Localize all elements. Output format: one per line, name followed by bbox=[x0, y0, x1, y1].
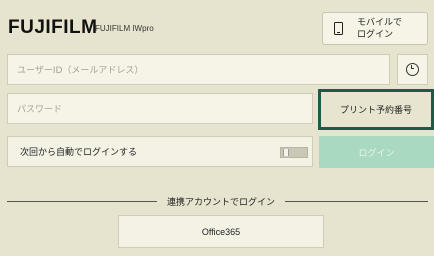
auto-login-label: 次回から自動でログインする bbox=[20, 148, 138, 158]
divider-line-right bbox=[285, 201, 428, 202]
office365-login-button[interactable]: Office365 bbox=[118, 215, 324, 248]
login-button[interactable]: ログイン bbox=[319, 136, 434, 168]
divider-line-left bbox=[7, 201, 157, 202]
phone-icon bbox=[334, 22, 343, 35]
toggle-knob bbox=[283, 149, 289, 156]
brand-logo: FUJIFILM bbox=[8, 17, 98, 38]
product-name: FUJIFILM IWpro bbox=[95, 24, 154, 33]
auto-login-toggle[interactable] bbox=[280, 147, 308, 158]
mobile-login-label: モバイルで ログイン bbox=[357, 17, 403, 40]
userid-input[interactable]: ユーザーID（メールアドレス） bbox=[7, 54, 390, 85]
history-button[interactable] bbox=[397, 54, 428, 85]
print-reservation-button[interactable]: プリント予約番号 bbox=[318, 89, 434, 130]
history-icon bbox=[406, 63, 419, 76]
auto-login-row[interactable]: 次回から自動でログインする bbox=[7, 136, 313, 167]
mobile-login-button[interactable]: モバイルで ログイン bbox=[322, 12, 428, 45]
linked-account-divider-label: 連携アカウントでログイン bbox=[166, 198, 275, 208]
password-input[interactable]: パスワード bbox=[7, 93, 313, 124]
